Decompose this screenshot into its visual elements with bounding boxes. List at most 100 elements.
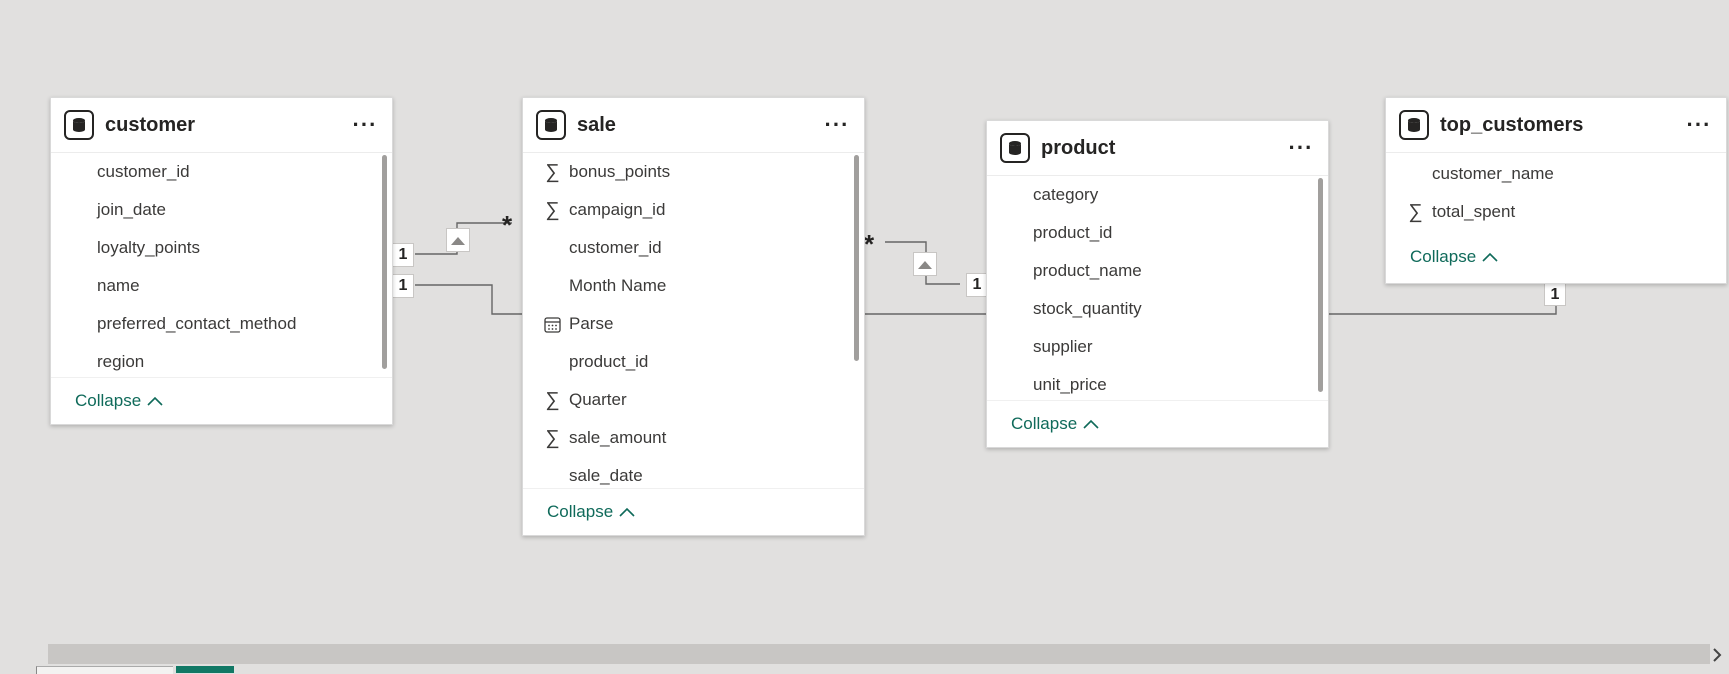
field-item[interactable]: product_id bbox=[987, 214, 1328, 252]
field-label: product_id bbox=[569, 352, 649, 371]
model-canvas[interactable]: 1 1 * * 1 1 customer ··· customer_id joi… bbox=[0, 0, 1729, 674]
field-item[interactable]: product_id bbox=[523, 343, 864, 381]
field-item[interactable]: region bbox=[51, 343, 392, 377]
field-label: customer_id bbox=[569, 238, 662, 257]
field-label: preferred_contact_method bbox=[97, 314, 297, 333]
field-item[interactable]: join_date bbox=[51, 191, 392, 229]
table-card-top-customers[interactable]: top_customers ··· customer_name ∑ total_s… bbox=[1385, 97, 1727, 284]
collapse-label: Collapse bbox=[1410, 247, 1477, 266]
field-item[interactable]: ∑ total_spent bbox=[1386, 193, 1726, 231]
vertical-scrollbar[interactable] bbox=[854, 155, 859, 361]
sigma-icon: ∑ bbox=[545, 160, 560, 183]
cardinality-one-customer-b: 1 bbox=[392, 274, 414, 298]
field-label: loyalty_points bbox=[97, 238, 201, 257]
field-list[interactable]: category product_id product_name stock_q… bbox=[987, 176, 1328, 400]
cross-filter-arrow-customer-sale[interactable] bbox=[446, 228, 470, 252]
collapse-label: Collapse bbox=[75, 391, 142, 410]
sigma-icon: ∑ bbox=[545, 388, 560, 411]
field-item[interactable]: customer_id bbox=[523, 229, 864, 267]
collapse-label: Collapse bbox=[1011, 414, 1078, 433]
field-item[interactable]: ∑ Quarter bbox=[523, 381, 864, 419]
collapse-button[interactable]: Collapse bbox=[523, 488, 864, 535]
more-options-button[interactable]: ··· bbox=[1686, 112, 1712, 138]
field-item[interactable]: preferred_contact_method bbox=[51, 305, 392, 343]
field-label: Month Name bbox=[569, 276, 667, 295]
field-item[interactable]: category bbox=[987, 176, 1328, 214]
table-title: sale bbox=[577, 113, 616, 136]
table-header[interactable]: sale ··· bbox=[523, 98, 864, 153]
chevron-up-icon bbox=[1083, 419, 1099, 429]
triangle-up-icon bbox=[451, 236, 465, 245]
field-list[interactable]: ∑ bonus_points ∑ campaign_id customer_id M… bbox=[523, 153, 864, 488]
relationship-line-customer-sale-2 bbox=[415, 284, 522, 315]
database-icon bbox=[64, 110, 94, 140]
database-icon bbox=[1399, 110, 1429, 140]
field-label: sale_amount bbox=[569, 428, 667, 447]
table-header[interactable]: product ··· bbox=[987, 121, 1328, 176]
table-card-sale[interactable]: sale ··· ∑ bonus_points ∑ campaign_id cust… bbox=[522, 97, 865, 536]
vertical-scrollbar[interactable] bbox=[1318, 178, 1323, 392]
field-label: supplier bbox=[1033, 337, 1093, 356]
field-label: category bbox=[1033, 185, 1099, 204]
field-list[interactable]: customer_name ∑ total_spent bbox=[1386, 153, 1726, 235]
cardinality-one-top-customers: 1 bbox=[1544, 283, 1566, 306]
more-options-button[interactable]: ··· bbox=[1288, 135, 1314, 161]
field-label: Quarter bbox=[569, 390, 627, 409]
cross-filter-arrow-sale-product[interactable] bbox=[913, 252, 937, 276]
page-tab-active[interactable] bbox=[176, 666, 234, 673]
table-card-product[interactable]: product ··· category product_id product_… bbox=[986, 120, 1329, 448]
field-item[interactable]: ∑ campaign_id bbox=[523, 191, 864, 229]
calendar-icon bbox=[540, 316, 565, 333]
field-item[interactable]: ∑ bonus_points bbox=[523, 153, 864, 191]
database-icon bbox=[536, 110, 566, 140]
field-item[interactable]: Month Name bbox=[523, 267, 864, 305]
field-item[interactable]: Parse bbox=[523, 305, 864, 343]
field-label: customer_id bbox=[97, 162, 190, 181]
chevron-up-icon bbox=[147, 396, 163, 406]
collapse-button[interactable]: Collapse bbox=[51, 377, 392, 424]
field-item[interactable]: product_name bbox=[987, 252, 1328, 290]
field-label: product_name bbox=[1033, 261, 1142, 280]
field-label: Parse bbox=[569, 314, 614, 333]
triangle-up-icon bbox=[918, 260, 932, 269]
field-item[interactable]: ∑ sale_amount bbox=[523, 419, 864, 457]
field-label: total_spent bbox=[1432, 202, 1516, 221]
field-label: unit_price bbox=[1033, 375, 1107, 394]
table-title: product bbox=[1041, 136, 1116, 159]
collapse-label: Collapse bbox=[547, 502, 614, 521]
sigma-icon: ∑ bbox=[545, 198, 560, 221]
field-item[interactable]: name bbox=[51, 267, 392, 305]
field-item[interactable]: loyalty_points bbox=[51, 229, 392, 267]
cardinality-many-sale: * bbox=[502, 210, 513, 240]
cardinality-many-sale-product: * bbox=[864, 229, 875, 259]
more-options-button[interactable]: ··· bbox=[824, 112, 850, 138]
field-item[interactable]: supplier bbox=[987, 328, 1328, 366]
field-label: product_id bbox=[1033, 223, 1113, 242]
field-item[interactable]: stock_quantity bbox=[987, 290, 1328, 328]
collapse-button[interactable]: Collapse bbox=[1386, 235, 1726, 279]
table-title: customer bbox=[105, 113, 196, 136]
field-item[interactable]: customer_name bbox=[1386, 155, 1726, 193]
field-label: sale_date bbox=[569, 466, 643, 485]
field-label: customer_name bbox=[1432, 164, 1554, 183]
field-item[interactable]: sale_date bbox=[523, 457, 864, 488]
scroll-right-icon[interactable] bbox=[1712, 646, 1722, 667]
more-options-button[interactable]: ··· bbox=[352, 112, 378, 138]
field-label: join_date bbox=[97, 200, 167, 219]
table-header[interactable]: top_customers ··· bbox=[1386, 98, 1726, 153]
field-label: name bbox=[97, 276, 140, 295]
field-label: campaign_id bbox=[569, 200, 666, 219]
cardinality-one-product: 1 bbox=[966, 273, 988, 297]
vertical-scrollbar[interactable] bbox=[382, 155, 387, 369]
field-item[interactable]: unit_price bbox=[987, 366, 1328, 400]
field-list[interactable]: customer_id join_date loyalty_points nam… bbox=[51, 153, 392, 377]
field-label: region bbox=[97, 352, 145, 371]
table-card-customer[interactable]: customer ··· customer_id join_date loyal… bbox=[50, 97, 393, 425]
horizontal-scrollbar[interactable] bbox=[48, 644, 1710, 664]
cardinality-one-customer-a: 1 bbox=[392, 243, 414, 267]
collapse-button[interactable]: Collapse bbox=[987, 400, 1328, 447]
field-label: bonus_points bbox=[569, 162, 671, 181]
table-title: top_customers bbox=[1440, 113, 1584, 136]
field-item[interactable]: customer_id bbox=[51, 153, 392, 191]
table-header[interactable]: customer ··· bbox=[51, 98, 392, 153]
